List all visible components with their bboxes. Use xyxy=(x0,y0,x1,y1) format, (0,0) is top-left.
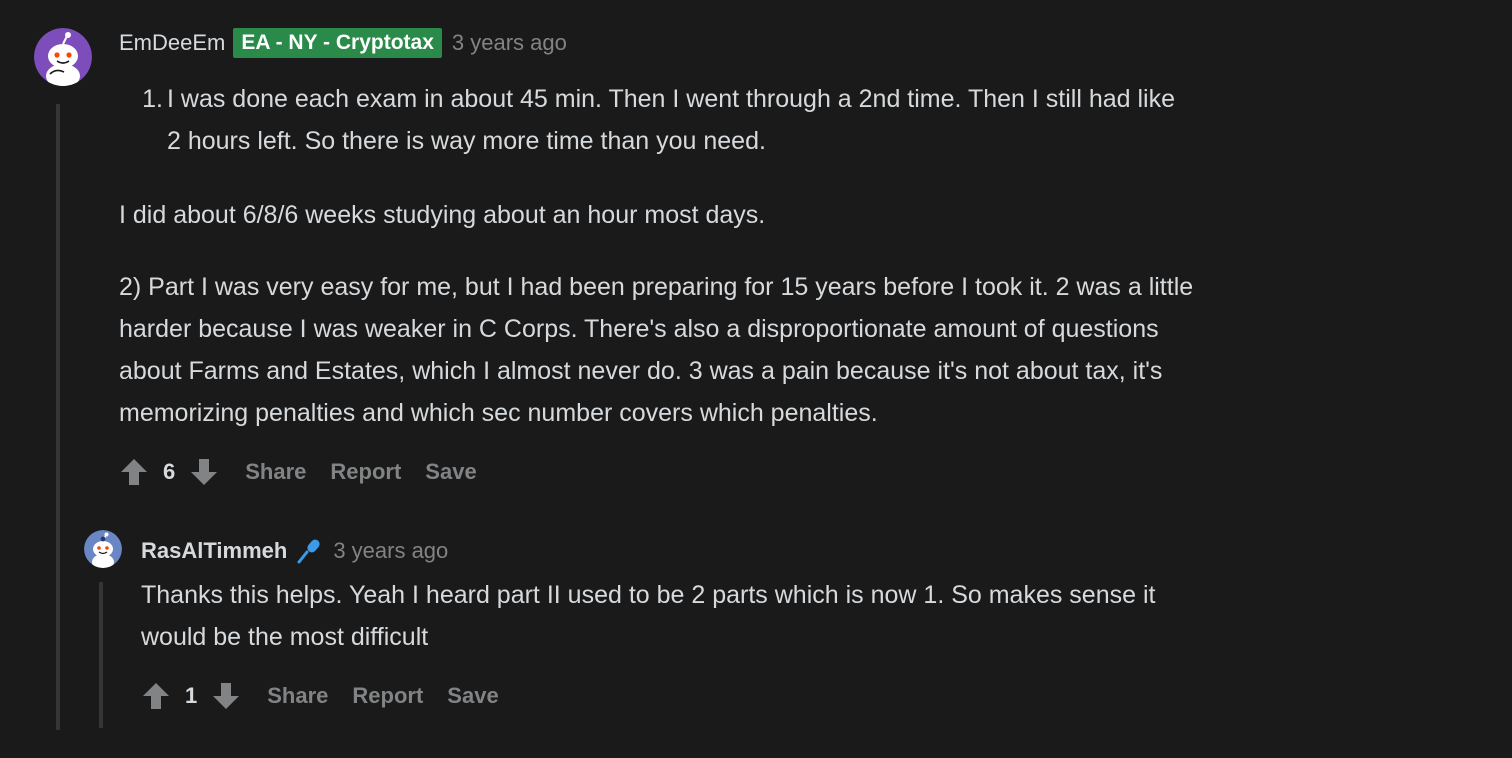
reply-timestamp[interactable]: 3 years ago xyxy=(333,538,448,564)
downvote-arrow-icon xyxy=(191,459,218,485)
list-number: 1. xyxy=(142,85,163,113)
list-item-line: 2 hours left. So there is way more time … xyxy=(167,127,766,155)
reply-vote-score: 1 xyxy=(185,683,198,708)
comment-thread: EmDeeEm EA - NY - Cryptotax 3 years ago … xyxy=(0,0,1512,758)
downvote-button[interactable] xyxy=(189,457,219,487)
snoo-avatar-icon xyxy=(34,28,92,86)
comment-meta: EmDeeEm EA - NY - Cryptotax 3 years ago xyxy=(119,28,567,58)
reply-line: would be the most difficult xyxy=(141,623,429,651)
paragraph-line: 2) Part I was very easy for me, but I ha… xyxy=(119,273,1194,301)
reply-upvote-button[interactable] xyxy=(141,681,171,711)
share-button[interactable]: Share xyxy=(245,459,306,485)
reply-downvote-button[interactable] xyxy=(211,681,241,711)
comment-actions: 6 Share Report Save xyxy=(119,456,477,488)
paragraph-line: harder because I was weaker in C Corps. … xyxy=(119,315,1159,343)
reply-body: Thanks this helps. Yeah I heard part II … xyxy=(141,574,1441,658)
microphone-icon xyxy=(295,537,323,565)
reply-username[interactable]: RasAlTimmeh xyxy=(141,538,287,564)
username[interactable]: EmDeeEm xyxy=(119,30,225,56)
paragraph-line: about Farms and Estates, which I almost … xyxy=(119,357,1163,385)
user-flair: EA - NY - Cryptotax xyxy=(233,28,442,58)
reply-share-button[interactable]: Share xyxy=(267,683,328,709)
reply-avatar[interactable] xyxy=(84,530,122,568)
thread-collapse-line[interactable] xyxy=(56,104,60,730)
snoo-avatar-icon xyxy=(84,530,122,568)
upvote-arrow-icon xyxy=(121,459,147,485)
list-item: 1. I was done each exam in about 45 min.… xyxy=(119,78,1449,162)
save-button[interactable]: Save xyxy=(425,459,476,485)
timestamp[interactable]: 3 years ago xyxy=(452,30,567,56)
avatar[interactable] xyxy=(34,28,92,86)
reply-save-button[interactable]: Save xyxy=(447,683,498,709)
paragraph-line: memorizing penalties and which sec numbe… xyxy=(119,399,878,427)
reply-thread-collapse-line[interactable] xyxy=(99,582,103,728)
upvote-arrow-icon xyxy=(143,683,169,709)
downvote-arrow-icon xyxy=(213,683,240,709)
vote-score: 6 xyxy=(163,459,176,484)
reply-actions: 1 Share Report Save xyxy=(141,680,499,712)
reply-line: Thanks this helps. Yeah I heard part II … xyxy=(141,581,1156,609)
reply-meta: RasAlTimmeh 3 years ago xyxy=(141,536,448,566)
report-button[interactable]: Report xyxy=(330,459,401,485)
paragraph: I did about 6/8/6 weeks studying about a… xyxy=(119,201,766,229)
list-item-line: I was done each exam in about 45 min. Th… xyxy=(167,85,1176,113)
paragraph: 2) Part I was very easy for me, but I ha… xyxy=(119,266,1449,434)
upvote-button[interactable] xyxy=(119,457,149,487)
reply-report-button[interactable]: Report xyxy=(352,683,423,709)
comment-body: 1. I was done each exam in about 45 min.… xyxy=(119,78,1449,434)
